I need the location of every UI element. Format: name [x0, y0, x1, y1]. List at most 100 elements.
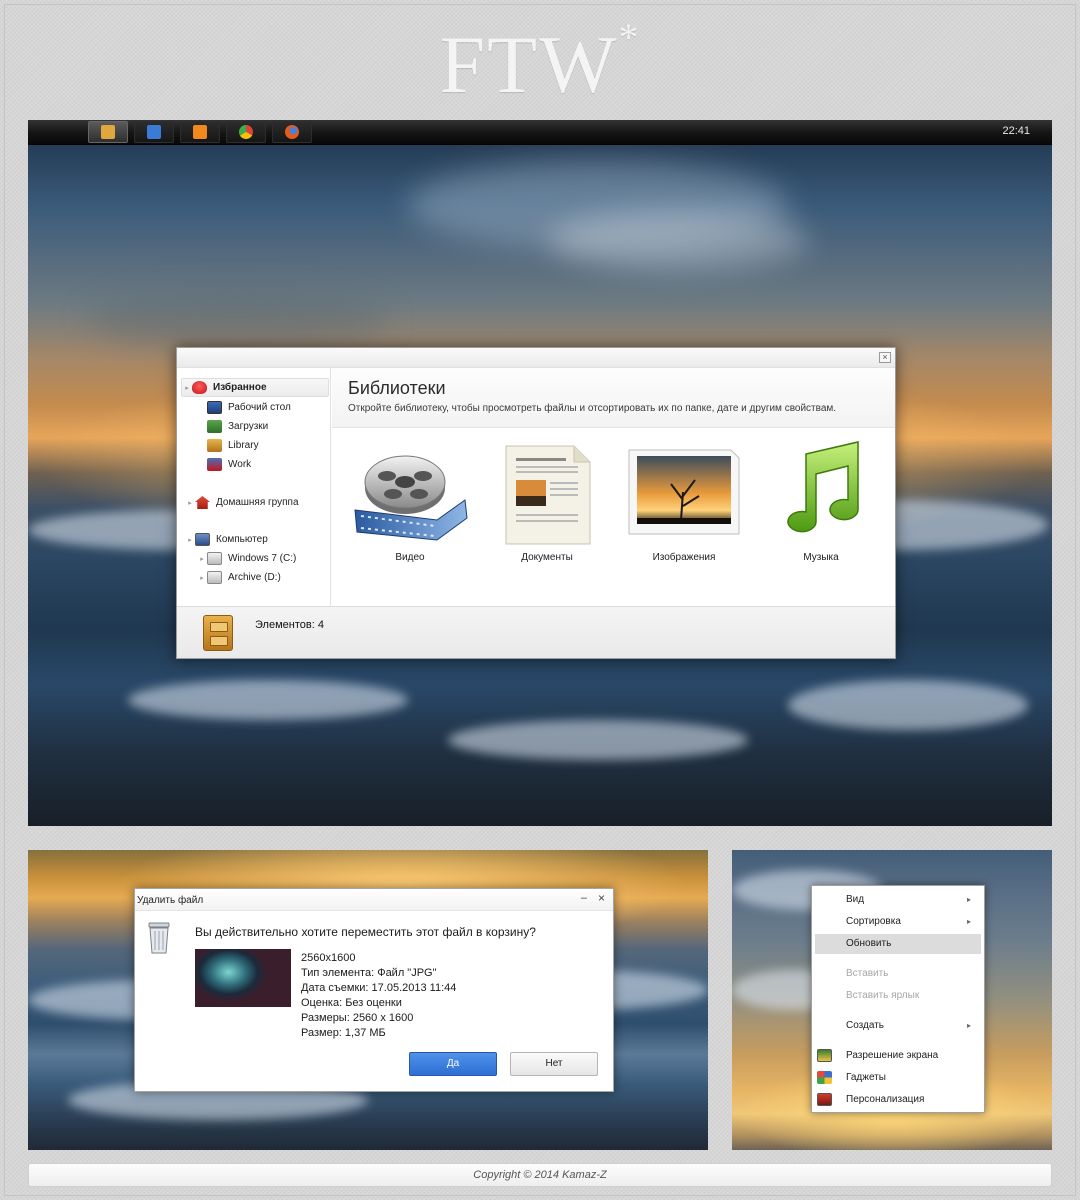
desktop-screenshot: 22:41 × ▸ Избранное Рабочий стол Загрузк… [28, 120, 1052, 826]
personalize-icon [817, 1093, 832, 1106]
copyright-bar: Copyright © 2014 Kamaz-Z [28, 1163, 1052, 1187]
submenu-arrow-icon: ▸ [966, 895, 971, 904]
library-pictures[interactable]: Изображения [619, 440, 749, 570]
menu-item-label: Обновить [846, 938, 892, 949]
nav-computer-label: Компьютер [216, 534, 268, 545]
menu-item-new[interactable]: Создать ▸ [815, 1016, 981, 1036]
file-info: 2560x1600 Тип элемента: Файл "JPG" Дата … [301, 951, 456, 1041]
work-folder-icon [207, 458, 222, 471]
minimize-icon[interactable]: – [581, 892, 587, 904]
nav-drive-c[interactable]: ▸ Windows 7 (C:) [197, 549, 296, 568]
library-documents[interactable]: Документы [482, 440, 612, 570]
library-folder-icon [207, 439, 222, 452]
taskbar-button-notepad[interactable] [134, 121, 174, 143]
nav-work-label: Work [228, 459, 252, 470]
video-reel-icon [354, 455, 468, 541]
nav-computer[interactable]: ▸ Компьютер [185, 530, 268, 549]
taskbar-button-firefox[interactable] [272, 121, 312, 143]
nav-work[interactable]: Work [207, 455, 251, 474]
cloud [88, 290, 388, 350]
page-title: Библиотеки [348, 378, 446, 398]
navigation-pane: ▸ Избранное Рабочий стол Загрузки Librar… [177, 368, 331, 606]
library-video-label: Видео [395, 552, 425, 563]
taskbar-button-chrome[interactable] [226, 121, 266, 143]
nav-favorites[interactable]: ▸ Избранное [181, 378, 329, 397]
nav-favorites-label: Избранное [213, 382, 267, 393]
library-video[interactable]: Видео [345, 440, 475, 570]
menu-item-label: Создать [846, 1020, 885, 1031]
file-thumbnail [195, 949, 291, 1007]
desktop-icon [207, 401, 222, 414]
desktop-context-menu: Вид ▸ Сортировка ▸ Обновить Вставить Вст… [811, 885, 985, 1113]
chrome-icon [239, 125, 253, 139]
close-icon[interactable]: × [598, 891, 605, 905]
context-menu-screenshot: Вид ▸ Сортировка ▸ Обновить Вставить Вст… [732, 850, 1052, 1150]
delete-question: Вы действительно хотите переместить этот… [195, 925, 536, 939]
documents-icon [505, 445, 591, 545]
nav-desktop[interactable]: Рабочий стол [207, 398, 291, 417]
recycle-bin-icon [148, 922, 170, 954]
ftw-logo: FTW* [439, 15, 641, 110]
menu-item-view[interactable]: Вид ▸ [815, 890, 981, 910]
nav-downloads[interactable]: Загрузки [207, 417, 268, 436]
nav-library[interactable]: Library [207, 436, 259, 455]
menu-item-paste-shortcut[interactable]: Вставить ярлык [815, 986, 981, 1006]
menu-item-personalize[interactable]: Персонализация [815, 1090, 981, 1110]
firefox-icon [285, 125, 299, 139]
wave-foam [448, 720, 748, 760]
nav-homegroup-label: Домашняя группа [216, 497, 299, 508]
homegroup-icon [195, 496, 210, 509]
no-button[interactable]: Нет [510, 1052, 598, 1076]
music-note-icon [787, 441, 859, 533]
file-info-line: Оценка: Без оценки [301, 997, 402, 1009]
menu-item-label: Вид [846, 894, 865, 905]
delete-dialog-screenshot: Удалить файл – × Вы действительно хотите… [28, 850, 708, 1150]
menu-item-label: Гаджеты [846, 1072, 886, 1083]
menu-item-screen-resolution[interactable]: Разрешение экрана [815, 1046, 981, 1066]
music-player-icon [193, 125, 207, 139]
menu-item-refresh[interactable]: Обновить [815, 934, 981, 954]
file-info-line: Тип элемента: Файл "JPG" [301, 967, 437, 979]
cloud [548, 210, 808, 270]
drive-icon [207, 552, 222, 565]
file-info-line: 2560x1600 [301, 952, 356, 964]
pictures-icon [628, 449, 740, 535]
libraries-header: Библиотеки Откройте библиотеку, чтобы пр… [332, 368, 895, 428]
expand-arrow-icon[interactable]: ▸ [185, 536, 195, 544]
collapse-arrow-icon[interactable]: ▸ [182, 384, 192, 392]
heart-icon [192, 381, 207, 394]
expand-arrow-icon[interactable]: ▸ [197, 574, 207, 582]
taskbar-clock: 22:41 [1002, 125, 1030, 137]
menu-item-paste[interactable]: Вставить [815, 964, 981, 984]
taskbar-button-music[interactable] [180, 121, 220, 143]
file-info-line: Дата съемки: 17.05.2013 11:44 [301, 982, 457, 994]
dialog-titlebar: Удалить файл – × [135, 889, 613, 911]
menu-item-sort[interactable]: Сортировка ▸ [815, 912, 981, 932]
nav-library-label: Library [228, 440, 259, 451]
library-music-label: Музыка [803, 552, 839, 563]
downloads-icon [207, 420, 222, 433]
wave-foam [788, 680, 1028, 730]
close-icon[interactable]: × [879, 352, 891, 363]
page-subtitle: Откройте библиотеку, чтобы просмотреть ф… [348, 403, 837, 414]
file-info-line: Размеры: 2560 x 1600 [301, 1012, 414, 1024]
expand-arrow-icon[interactable]: ▸ [185, 499, 195, 507]
explorer-window: × ▸ Избранное Рабочий стол Загрузки Libr… [176, 347, 896, 659]
details-pane: Элементов: 4 [177, 606, 895, 658]
nav-downloads-label: Загрузки [228, 421, 269, 432]
nav-homegroup[interactable]: ▸ Домашняя группа [185, 493, 299, 512]
drive-icon [207, 571, 222, 584]
menu-item-label: Вставить ярлык [846, 990, 920, 1001]
nav-drive-d[interactable]: ▸ Archive (D:) [197, 568, 281, 587]
dialog-title: Удалить файл [137, 895, 204, 906]
library-music[interactable]: Музыка [756, 440, 886, 570]
menu-item-label: Персонализация [846, 1094, 925, 1105]
menu-item-label: Сортировка [846, 916, 901, 927]
expand-arrow-icon[interactable]: ▸ [197, 555, 207, 563]
submenu-arrow-icon: ▸ [966, 917, 971, 926]
file-info-line: Размер: 1,37 МБ [301, 1027, 386, 1039]
explorer-titlebar: × [177, 348, 895, 368]
menu-item-gadgets[interactable]: Гаджеты [815, 1068, 981, 1088]
taskbar-button-library[interactable] [88, 121, 128, 143]
yes-button[interactable]: Да [409, 1052, 497, 1076]
